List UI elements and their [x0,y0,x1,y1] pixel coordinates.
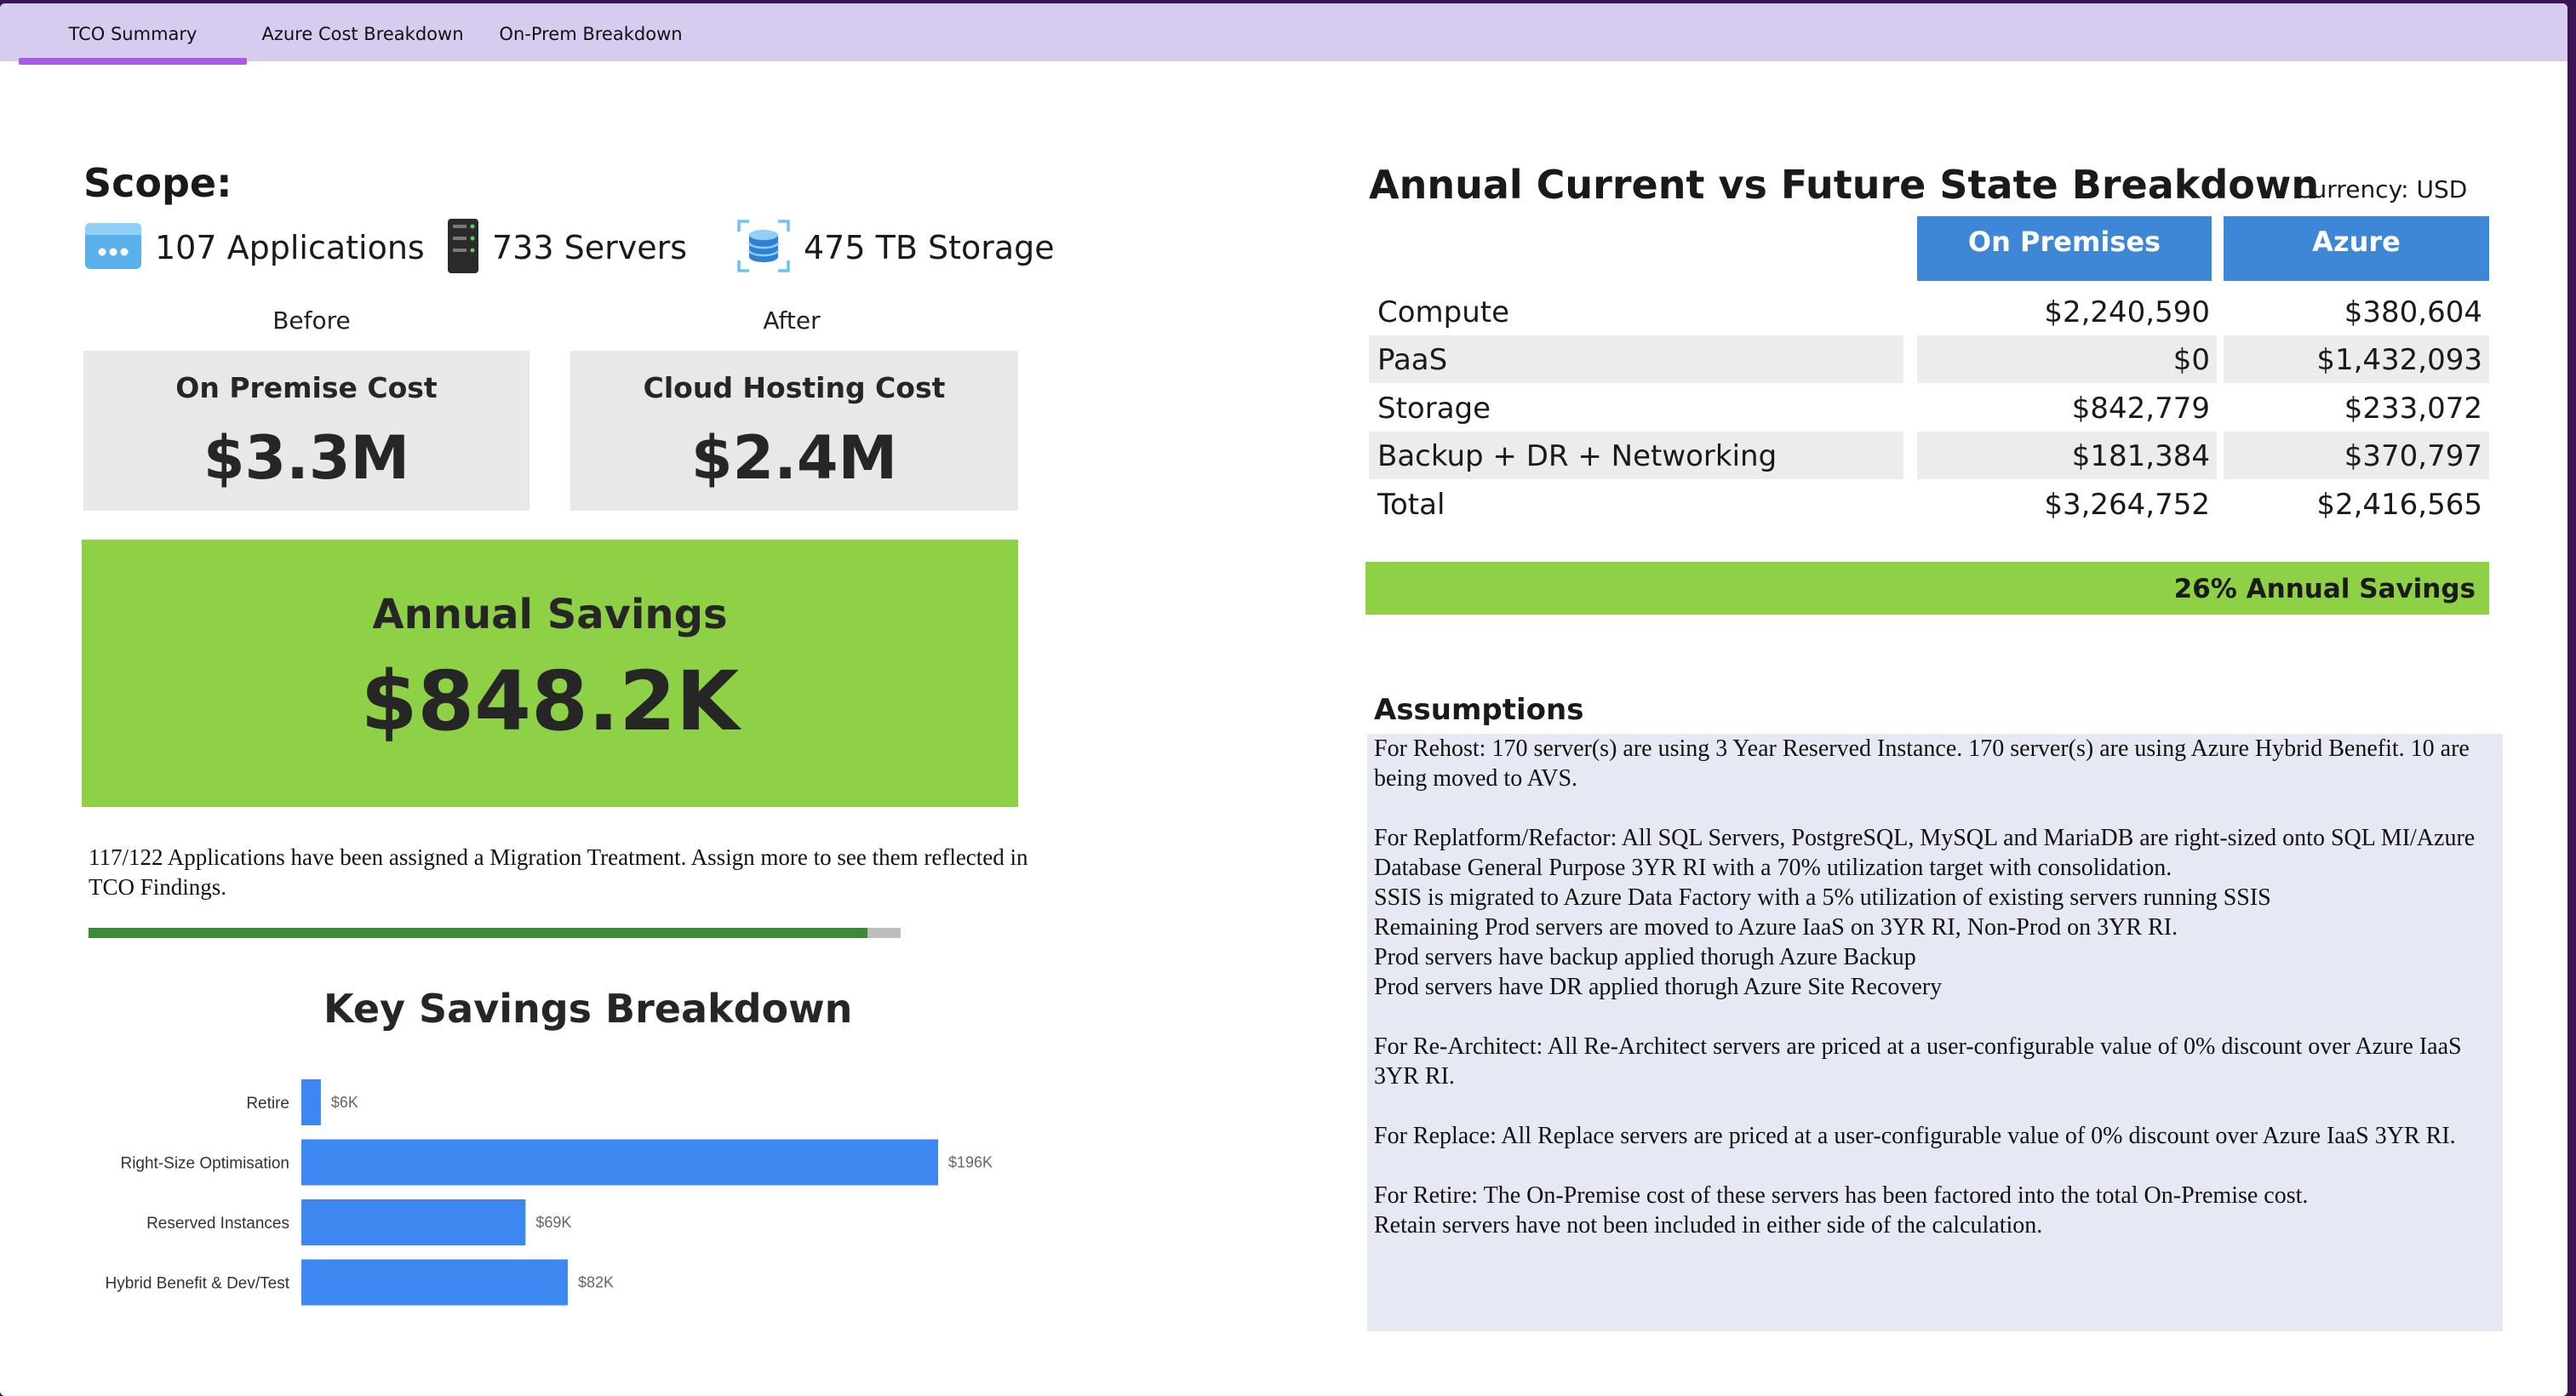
after-label: After [763,306,821,335]
scope-applications: 107 Applications [83,220,425,276]
assumption-rehost: For Rehost: 170 server(s) are using 3 Ye… [1374,734,2498,793]
assumption-rearchitect: For Re-Architect: All Re-Architect serve… [1374,1032,2498,1091]
on-premise-cost-card: On Premise Cost $3.3M [83,351,530,511]
annual-savings-percent: 26% Annual Savings [2173,574,2476,604]
currency-label: Currency: USD [2295,175,2468,203]
assumption-line: For Retire: The On-Premise cost of these… [1374,1182,2309,1209]
row-azure-value: $370,797 [2224,432,2489,479]
assumption-line: SSIS is migrated to Azure Data Factory w… [1374,884,2271,911]
assumptions-title: Assumptions [1374,693,1584,727]
on-premise-cost-title: On Premise Cost [175,371,438,404]
row-on-prem-value: $0 [1917,335,2217,383]
assumption-line: Retain servers have not been included in… [1374,1212,2043,1239]
assumption-line: For Replatform/Refactor: All SQL Servers… [1374,825,2476,881]
annual-savings-value: $848.2K [360,654,740,749]
migration-progress-bar [89,928,901,938]
column-header-azure: Azure [2224,216,2489,281]
row-on-prem-value: $2,240,590 [2044,295,2210,329]
assumption-line: For Re-Architect: All Re-Architect serve… [1374,1033,2462,1090]
scope-title: Scope: [83,160,232,206]
scope-storage: 475 TB Storage [736,220,1055,276]
bar-value-label: $196K [948,1154,993,1171]
savings-bar[interactable] [301,1139,938,1186]
key-savings-title: Key Savings Breakdown [323,986,853,1032]
server-icon [446,218,480,277]
breakdown-title: Annual Current vs Future State Breakdown [1369,162,2320,208]
annual-savings-title: Annual Savings [372,591,728,638]
tab-tco-summary[interactable]: TCO Summary [19,3,247,65]
row-on-prem-value: $842,779 [2071,392,2210,426]
cloud-hosting-cost-card: Cloud Hosting Cost $2.4M [570,351,1018,511]
row-azure-value: $380,604 [2344,295,2482,329]
cloud-hosting-cost-value: $2.4M [690,423,898,493]
savings-bar[interactable] [301,1199,526,1245]
tab-on-prem-breakdown[interactable]: On-Prem Breakdown [489,3,693,61]
bar-category-label: Retire [246,1095,289,1113]
row-label: Storage [1377,392,1491,426]
migration-progress-fill [89,928,867,938]
assumption-replace: For Replace: All Replace servers are pri… [1374,1121,2498,1151]
row-azure-value: $2,416,565 [2316,488,2482,522]
assumption-line: For Rehost: 170 server(s) are using 3 Ye… [1374,735,2470,792]
bar-category-label: Reserved Instances [146,1215,289,1233]
cloud-hosting-cost-title: Cloud Hosting Cost [643,371,946,404]
assumption-line: Prod servers have backup applied thorugh… [1374,944,1916,970]
row-on-prem-value: $3,264,752 [2044,488,2210,522]
assumption-line: Remaining Prod servers are moved to Azur… [1374,914,2178,941]
tab-bar: TCO Summary Azure Cost Breakdown On-Prem… [0,3,2567,65]
row-azure-value: $233,072 [2344,392,2482,426]
tab-azure-cost-breakdown[interactable]: Azure Cost Breakdown [255,3,470,61]
bar-category-label: Right-Size Optimisation [120,1155,289,1173]
savings-bar[interactable] [301,1259,568,1306]
application-window-icon [83,221,143,274]
column-header-on-premises: On Premises [1917,216,2212,281]
annual-savings-card: Annual Savings $848.2K [82,540,1018,807]
on-premise-cost-value: $3.3M [203,423,410,493]
bar-value-label: $82K [578,1274,614,1291]
assumptions-panel: For Rehost: 170 server(s) are using 3 Ye… [1367,734,2503,1331]
assumption-retire: For Retire: The On-Premise cost of these… [1374,1181,2498,1240]
annual-savings-banner: 26% Annual Savings [1365,562,2489,615]
row-label: Total [1377,488,1445,522]
assumption-line: For Replace: All Replace servers are pri… [1374,1123,2456,1149]
before-label: Before [272,306,351,335]
bar-value-label: $6K [331,1094,358,1111]
row-azure-value: $1,432,093 [2224,335,2489,383]
scope-servers-label: 733 Servers [492,229,688,266]
scope-applications-label: 107 Applications [155,229,425,266]
row-label: Backup + DR + Networking [1369,432,1903,479]
row-label: Compute [1377,295,1510,329]
assumption-replatform: For Replatform/Refactor: All SQL Servers… [1374,823,2498,1002]
key-savings-chart: Retire $6K Right-Size Optimisation $196K Res… [106,1079,993,1306]
row-label: PaaS [1369,335,1903,383]
savings-bar[interactable] [301,1079,321,1125]
scope-storage-label: 475 TB Storage [804,229,1055,266]
scope-servers: 733 Servers [446,218,688,277]
bar-value-label: $69K [535,1214,571,1231]
assumption-line: Prod servers have DR applied thorugh Azu… [1374,974,1943,1000]
storage-database-icon [736,218,792,277]
migration-progress-text: 117/122 Applications have been assigned … [89,844,1028,900]
bar-category-label: Hybrid Benefit & Dev/Test [106,1275,290,1293]
report-canvas: TCO Summary Azure Cost Breakdown On-Prem… [0,3,2567,1396]
row-on-prem-value: $181,384 [1917,432,2217,479]
